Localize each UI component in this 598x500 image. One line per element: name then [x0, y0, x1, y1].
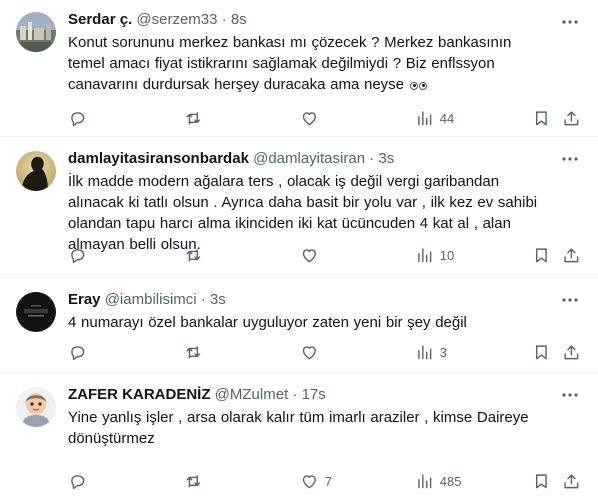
username[interactable]: @serzem33: [136, 11, 217, 28]
tweet-actions: 44: [68, 106, 582, 130]
username[interactable]: @iambilisimci: [105, 291, 197, 308]
views-count: 485: [439, 473, 462, 489]
bookmark-button[interactable]: [532, 109, 551, 128]
views-count: 3: [439, 344, 447, 360]
bookmark-icon: [535, 111, 547, 125]
share-button[interactable]: [562, 109, 581, 128]
views-button[interactable]: 485: [415, 472, 461, 491]
tweet[interactable]: Eray @iambilisimci · 3s 4 numarayı özel …: [0, 278, 598, 373]
more-icon[interactable]: [560, 290, 580, 310]
like-count: 7: [324, 473, 332, 489]
reply-icon: [71, 474, 85, 489]
timestamp[interactable]: 3s: [210, 291, 226, 308]
display-name[interactable]: damlayitasiransonbardak: [68, 150, 249, 167]
share-icon: [564, 111, 579, 125]
separator: ·: [369, 150, 375, 167]
display-name[interactable]: Serdar ç.: [68, 11, 132, 28]
retweet-icon: [186, 111, 201, 125]
share-icon: [564, 248, 579, 262]
eyes-emoji: [409, 76, 427, 93]
separator: ·: [292, 386, 298, 403]
heart-icon: [302, 345, 316, 359]
heart-icon: [302, 248, 316, 262]
display-name[interactable]: ZAFER KARADENİZ: [68, 386, 211, 403]
more-icon[interactable]: [560, 149, 580, 169]
timestamp[interactable]: 8s: [231, 11, 247, 28]
reply-button[interactable]: [68, 109, 93, 128]
retweet-button[interactable]: [184, 472, 209, 491]
tweet[interactable]: ZAFER KARADENİZ @MZulmet · 17s Yine yanl…: [0, 373, 598, 500]
tweet-text: Yine yanlış işler , arsa olarak kalır tü…: [68, 409, 529, 447]
share-icon: [564, 345, 579, 359]
avatar[interactable]: [16, 151, 56, 191]
retweet-icon: [186, 474, 201, 488]
retweet-button[interactable]: [184, 246, 209, 265]
heart-icon: [302, 111, 316, 125]
views-count: 44: [439, 110, 455, 126]
reply-button[interactable]: [68, 472, 93, 491]
tweet-header: Serdar ç. @serzem33 · 8s: [68, 10, 546, 30]
views-icon: [418, 248, 432, 262]
share-button[interactable]: [562, 343, 581, 362]
views-icon: [418, 345, 432, 359]
reply-icon: [71, 248, 85, 263]
more-icon[interactable]: [560, 385, 580, 405]
share-icon: [564, 474, 579, 488]
timestamp[interactable]: 3s: [378, 150, 394, 167]
reply-icon: [71, 111, 85, 126]
bookmark-button[interactable]: [532, 343, 551, 362]
tweet-actions: 3: [68, 340, 582, 364]
views-button[interactable]: 3: [415, 343, 447, 362]
share-button[interactable]: [562, 472, 581, 491]
tweet-feed: Serdar ç. @serzem33 · 8s Konut sorununu …: [0, 0, 598, 500]
tweet[interactable]: Serdar ç. @serzem33 · 8s Konut sorununu …: [0, 0, 598, 137]
display-name[interactable]: Eray: [68, 291, 101, 308]
tweet[interactable]: damlayitasiransonbardak @damlayitasiran …: [0, 137, 598, 278]
tweet-actions: 10: [68, 243, 582, 267]
timestamp[interactable]: 17s: [302, 386, 326, 403]
retweet-button[interactable]: [184, 343, 209, 362]
reply-button[interactable]: [68, 343, 93, 362]
separator: ·: [200, 291, 206, 308]
bookmark-button[interactable]: [532, 246, 551, 265]
heart-icon: [302, 474, 316, 488]
avatar[interactable]: [16, 12, 56, 52]
more-icon[interactable]: [560, 12, 580, 32]
username[interactable]: @damlayitasiran: [253, 150, 365, 167]
bookmark-button[interactable]: [532, 472, 551, 491]
reply-button[interactable]: [68, 246, 93, 265]
views-count: 10: [439, 247, 455, 263]
tweet-header: damlayitasiransonbardak @damlayitasiran …: [68, 149, 546, 169]
tweet-actions: 7 485: [68, 469, 582, 493]
like-button[interactable]: 7: [300, 472, 332, 491]
tweet-text: Konut sorununu merkez bankası mı çözecek…: [68, 34, 512, 93]
views-button[interactable]: 44: [415, 109, 454, 128]
retweet-icon: [186, 248, 201, 262]
tweet-text-container: Konut sorununu merkez bankası mı çözecek…: [68, 32, 546, 95]
avatar[interactable]: [16, 387, 56, 427]
avatar[interactable]: [16, 292, 56, 332]
retweet-icon: [186, 345, 201, 359]
like-button[interactable]: [300, 343, 325, 362]
bookmark-icon: [535, 248, 547, 262]
views-icon: [418, 111, 432, 125]
retweet-button[interactable]: [184, 109, 209, 128]
tweet-header: ZAFER KARADENİZ @MZulmet · 17s: [68, 385, 546, 405]
tweet-header: Eray @iambilisimci · 3s: [68, 290, 546, 310]
views-icon: [418, 474, 432, 488]
bookmark-icon: [535, 474, 547, 488]
like-button[interactable]: [300, 109, 325, 128]
tweet-text: 4 numarayı özel bankalar uyguluyor zaten…: [68, 314, 467, 331]
bookmark-icon: [535, 345, 547, 359]
username[interactable]: @MZulmet: [215, 386, 289, 403]
reply-icon: [71, 345, 85, 360]
like-button[interactable]: [300, 246, 325, 265]
views-button[interactable]: 10: [415, 246, 454, 265]
separator: ·: [221, 11, 227, 28]
share-button[interactable]: [562, 246, 581, 265]
